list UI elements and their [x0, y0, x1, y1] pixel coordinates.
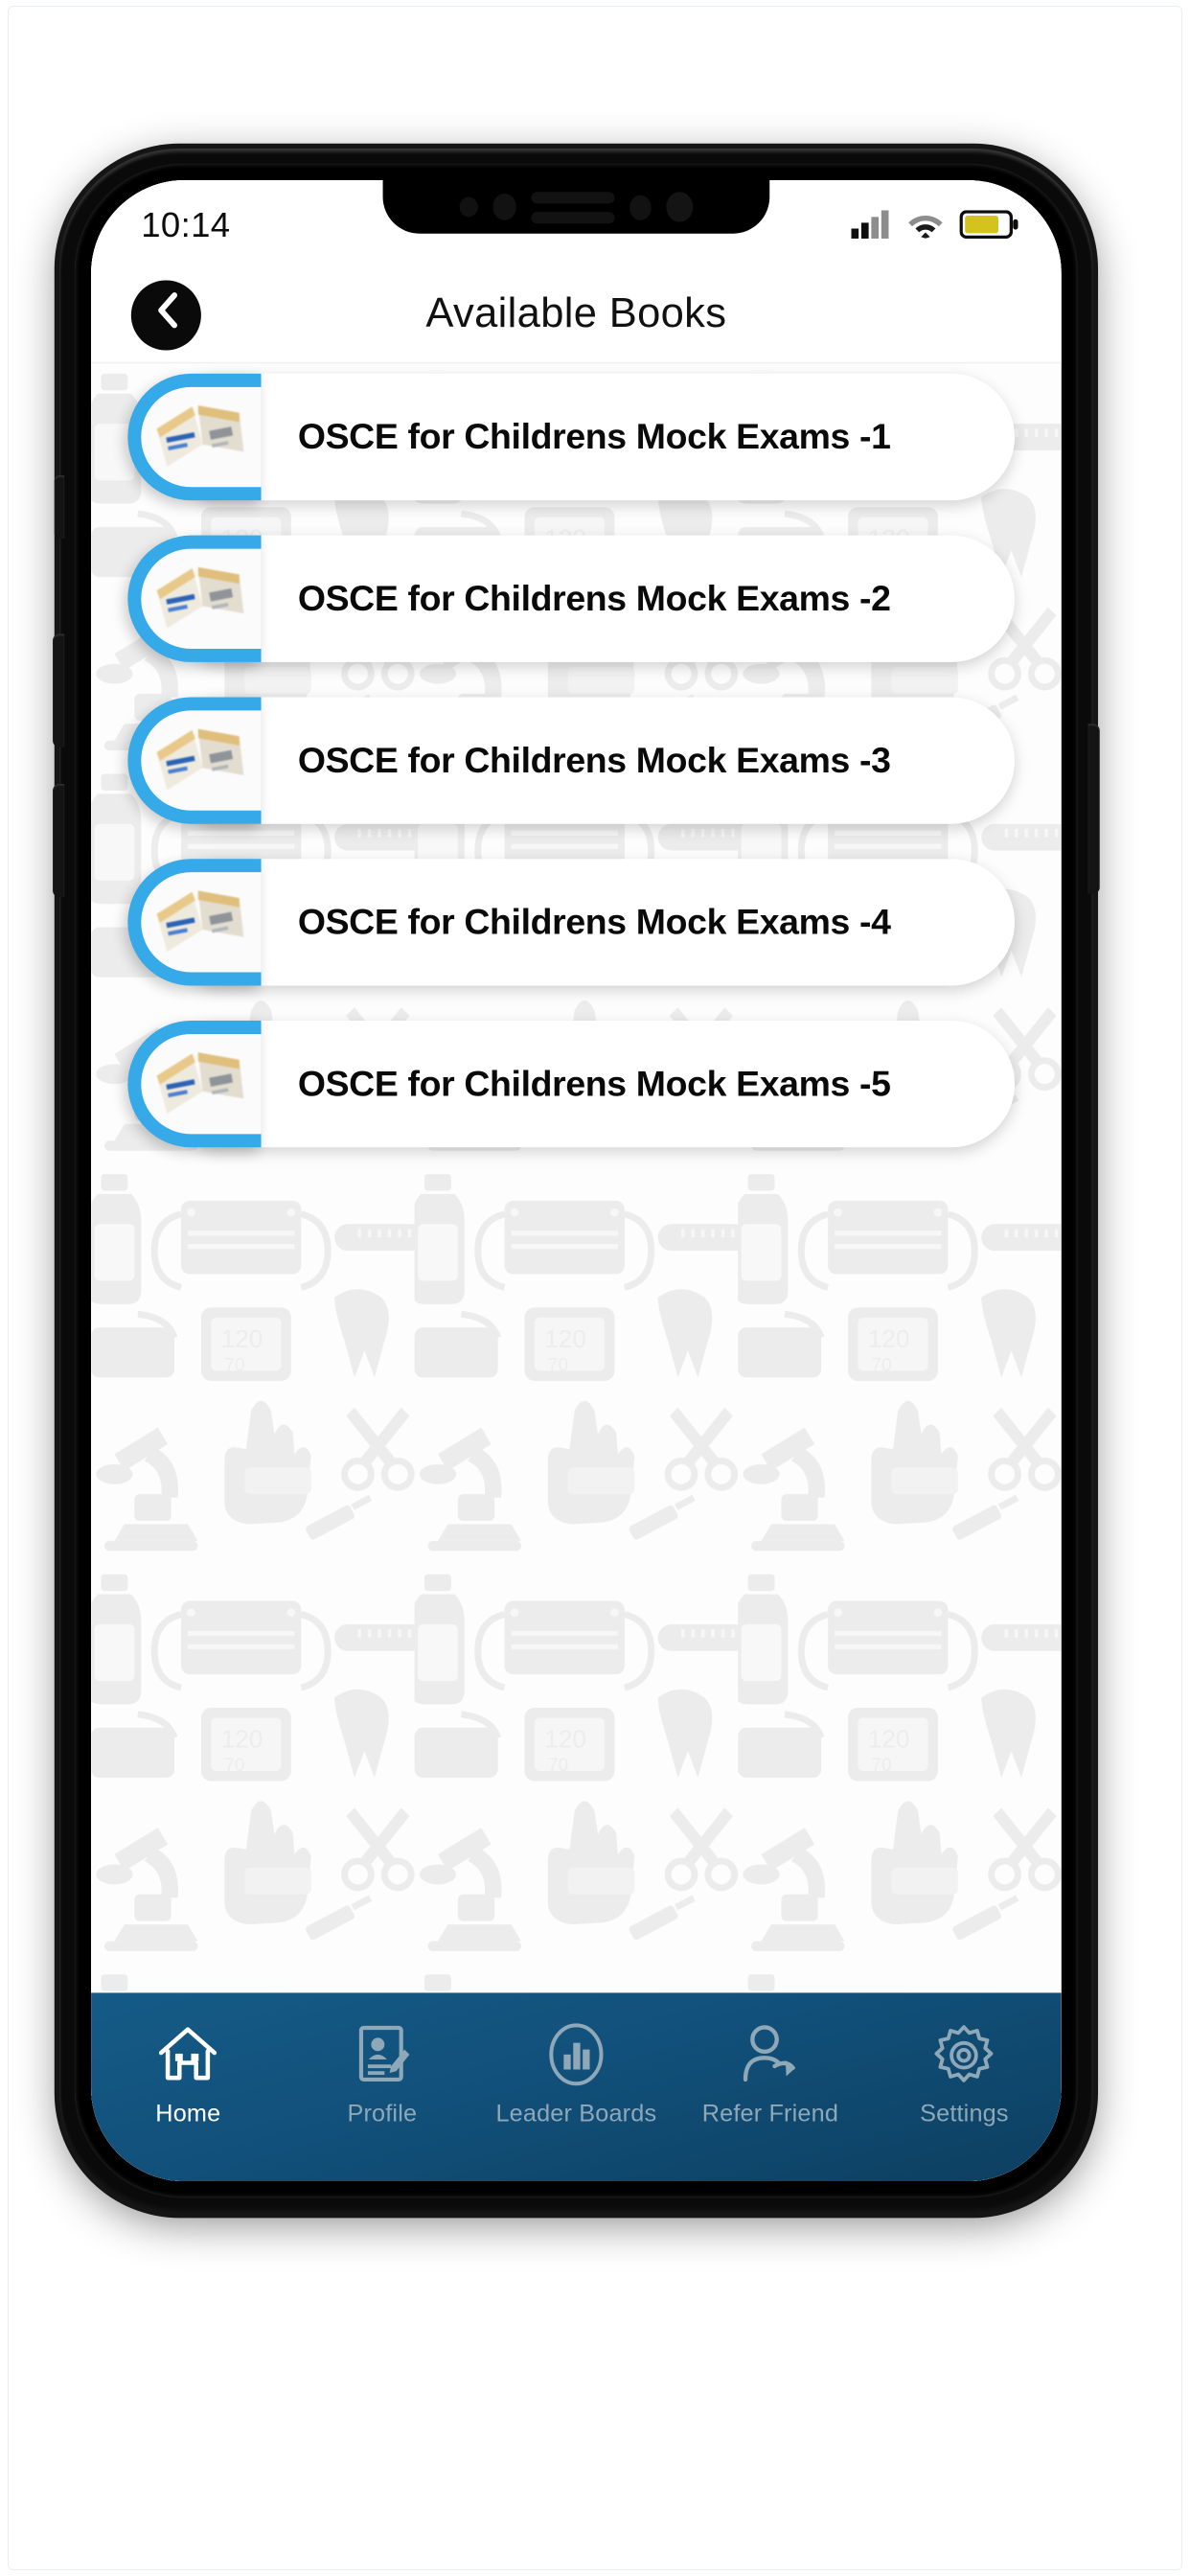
chevron-left-icon	[153, 292, 178, 337]
nav-label-refer-friend: Refer Friend	[701, 2101, 839, 2128]
silent-switch-button[interactable]	[54, 475, 65, 540]
book-title: OSCE for Childrens Mock Exams -2	[297, 578, 891, 618]
volume-up-button[interactable]	[53, 633, 65, 748]
dot-projector-icon	[629, 194, 652, 219]
wifi-icon	[906, 210, 945, 246]
phone-device: 120 70	[53, 149, 1100, 2214]
home-icon	[156, 2021, 219, 2088]
book-list-item[interactable]: OSCE for Childrens Mock Exams -5	[127, 1021, 1016, 1148]
phone-screen: 120 70	[91, 180, 1062, 2182]
gear-icon	[933, 2021, 995, 2088]
earpiece-speaker	[531, 191, 615, 223]
nav-item-profile[interactable]: Profile	[290, 2021, 474, 2128]
book-thumbnail-frame	[127, 859, 262, 986]
book-thumbnail-frame	[127, 1021, 262, 1148]
nav-item-leader-boards[interactable]: Leader Boards	[484, 2021, 668, 2128]
signal-bars-icon	[851, 209, 892, 246]
available-books-list: OSCE for Childrens Mock Exams -1 OSCE fo…	[91, 363, 1062, 1992]
book-thumbnail-icon	[156, 566, 244, 629]
battery-icon	[959, 209, 1018, 246]
nav-item-settings[interactable]: Settings	[872, 2021, 1056, 2128]
page-title: Available Books	[425, 289, 727, 337]
profile-card-icon	[354, 2021, 410, 2088]
volume-down-button[interactable]	[53, 783, 65, 898]
bottom-navigation-bar: Home Profile Leader Boards Refer Friend …	[91, 1992, 1062, 2182]
front-camera-icon	[666, 192, 694, 222]
nav-label-home: Home	[155, 2101, 221, 2128]
status-time: 10:14	[141, 206, 231, 245]
book-title: OSCE for Childrens Mock Exams -5	[297, 1063, 891, 1104]
book-thumbnail-icon	[156, 1052, 244, 1114]
proximity-sensor-icon	[459, 196, 478, 218]
nav-label-profile: Profile	[347, 2101, 418, 2128]
nav-label-settings: Settings	[920, 2101, 1009, 2128]
bar-chart-icon	[546, 2021, 606, 2088]
ir-camera-icon	[492, 193, 516, 220]
book-list-item[interactable]: OSCE for Childrens Mock Exams -3	[127, 697, 1016, 824]
book-thumbnail-frame	[127, 697, 262, 824]
book-thumbnail-frame	[127, 535, 262, 662]
book-title: OSCE for Childrens Mock Exams -3	[297, 739, 891, 780]
book-title: OSCE for Childrens Mock Exams -1	[297, 416, 891, 457]
book-title: OSCE for Childrens Mock Exams -4	[297, 901, 891, 942]
book-thumbnail-icon	[156, 890, 244, 953]
status-icons	[851, 209, 1018, 246]
nav-item-refer-friend[interactable]: Refer Friend	[678, 2021, 862, 2128]
back-button[interactable]	[130, 279, 201, 350]
book-list-item[interactable]: OSCE for Childrens Mock Exams -1	[127, 373, 1016, 501]
phone-notch	[382, 180, 770, 234]
person-share-icon	[741, 2021, 801, 2088]
book-list-item[interactable]: OSCE for Childrens Mock Exams -2	[127, 535, 1016, 662]
nav-label-leader-boards: Leader Boards	[495, 2101, 657, 2128]
book-thumbnail-icon	[156, 405, 244, 467]
power-button[interactable]	[1087, 724, 1100, 894]
app-header: Available Books	[91, 266, 1062, 364]
book-list-item[interactable]: OSCE for Childrens Mock Exams -4	[127, 859, 1016, 986]
book-thumbnail-frame	[127, 373, 262, 501]
book-thumbnail-icon	[156, 728, 244, 791]
nav-item-home[interactable]: Home	[96, 2021, 280, 2128]
